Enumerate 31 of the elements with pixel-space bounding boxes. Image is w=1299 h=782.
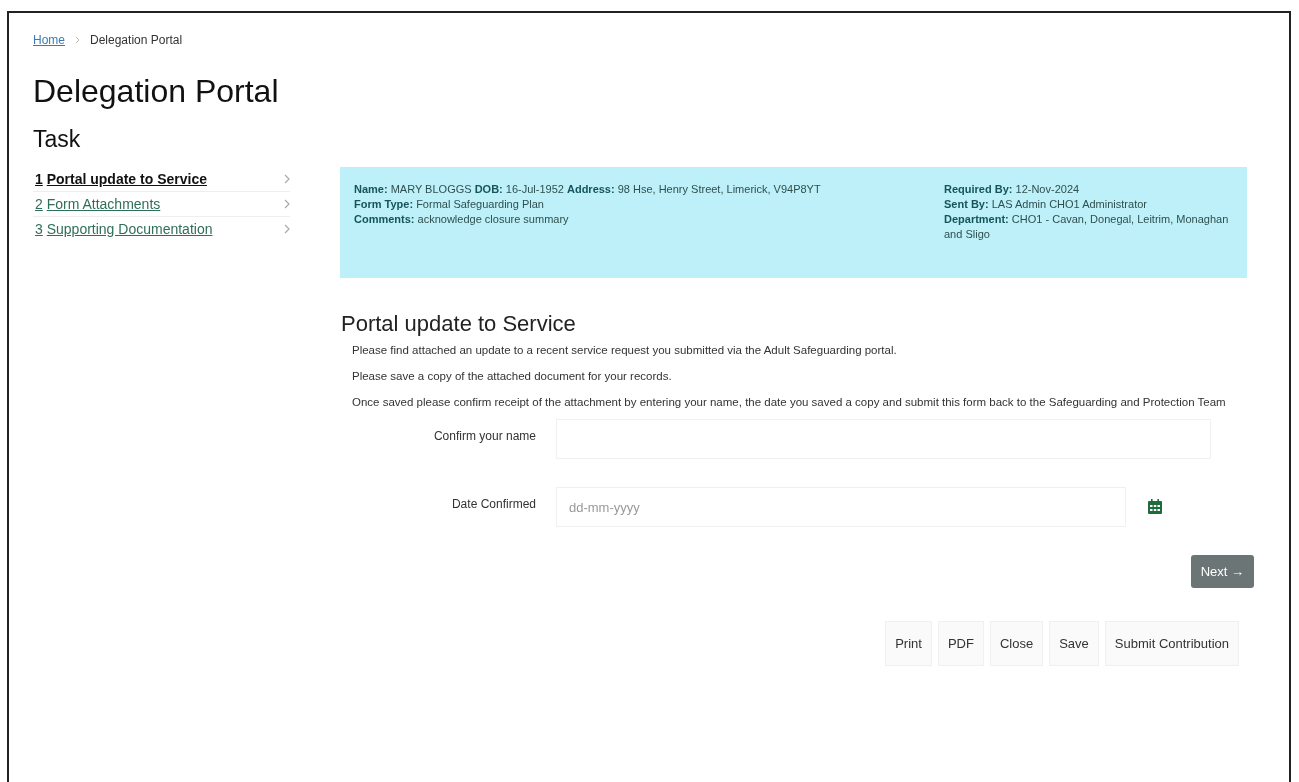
page-title: Delegation Portal	[33, 73, 280, 110]
info-line: Comments: acknowledge closure summary	[354, 212, 570, 227]
date-field[interactable]: dd-mm-yyyy	[556, 487, 1126, 527]
field-label: Confirm your name	[432, 428, 537, 443]
instruction-text: Please save a copy of the attached document for your records.	[352, 369, 673, 384]
instruction-text: Once saved please confirm receipt of the attachment by entering your name, the date you saved a copy and submit this form back to the Safeguarding and Protection Team	[352, 395, 1227, 410]
info-line: Required By: 12-Nov-2024	[944, 182, 1081, 197]
info-line: Form Type: Formal Safeguarding Plan	[354, 197, 545, 212]
footer-button[interactable]: Save	[1049, 621, 1099, 666]
footer-button[interactable]: Close	[989, 621, 1044, 666]
chevron-icon	[284, 224, 290, 234]
next-button[interactable]: Next →	[1190, 555, 1254, 588]
info-line: Department: CHO1 - Cavan, Donegal, Leitrim, Monaghan and Sligo	[944, 212, 1230, 242]
instruction-text: Please find attached an update to a recent service request you submitted via the Adult Safeguarding portal.	[352, 343, 898, 358]
chevron-icon	[284, 174, 290, 184]
sidebar-heading: Task	[33, 126, 82, 153]
footer-button[interactable]: Submit Contribution	[1104, 621, 1239, 666]
section-title: Portal update to Service	[341, 311, 577, 337]
chevron-icon	[284, 199, 290, 209]
field-label: Date Confirmed	[450, 496, 537, 511]
sidebar-item[interactable]: 3 Supporting Documentation	[33, 216, 290, 241]
info-line: Name: MARY BLOGGS DOB: 16-Jul-1952 Address: 98 Hse, Henry Street, Limerick, V94P8YT	[354, 182, 822, 197]
footer-button[interactable]: Print	[885, 621, 932, 666]
sidebar-item[interactable]: 1 Portal update to Service	[33, 167, 290, 191]
breadcrumb-link[interactable]: Home	[33, 33, 65, 47]
info-line: Sent By: LAS Admin CHO1 Administrator	[944, 197, 1148, 212]
calendar-icon[interactable]	[1148, 499, 1162, 514]
chevron-icon	[75, 36, 80, 44]
breadcrumb-current: Delegation Portal	[90, 33, 183, 47]
sidebar-item[interactable]: 2 Form Attachments	[33, 191, 290, 216]
footer-button[interactable]: PDF	[937, 621, 984, 666]
